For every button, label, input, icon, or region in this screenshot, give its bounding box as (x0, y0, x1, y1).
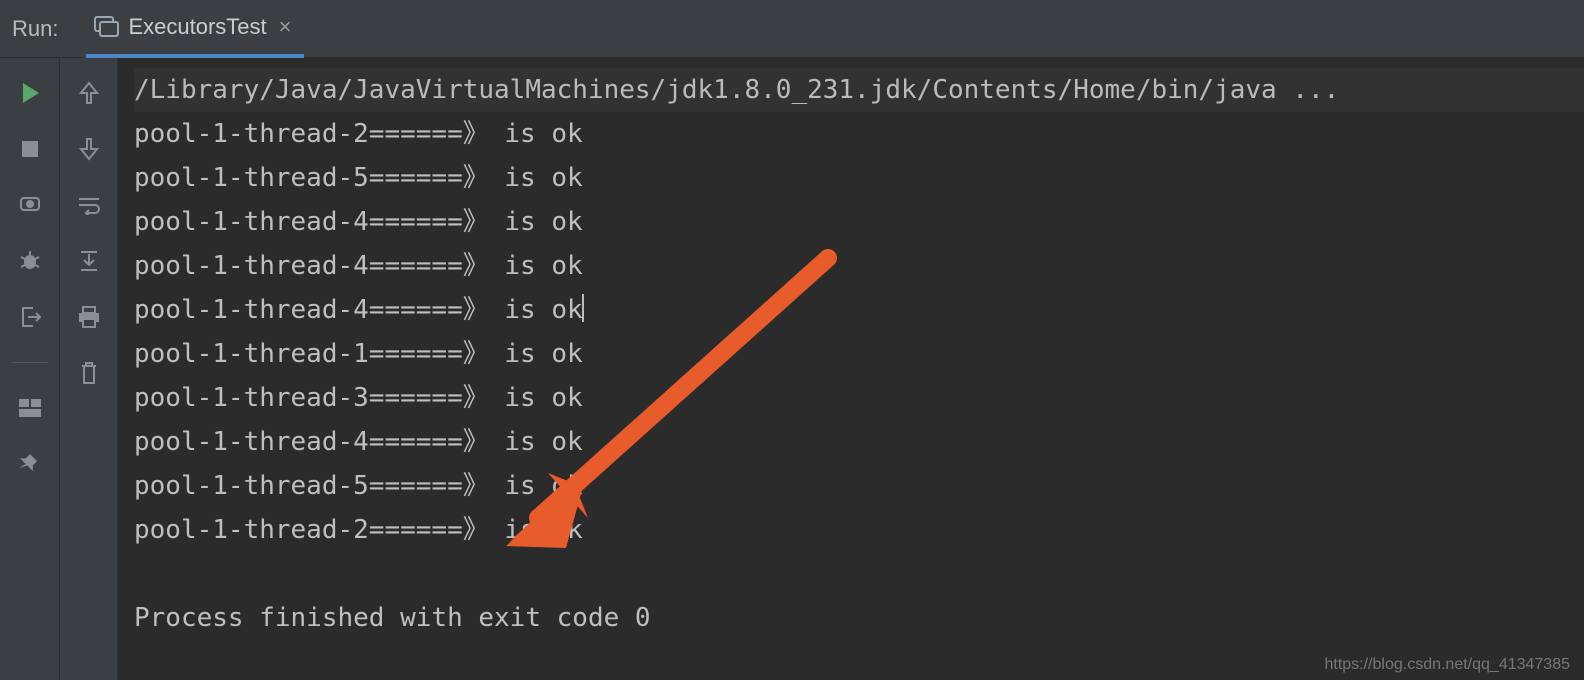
layout-button[interactable] (15, 393, 45, 423)
run-tool-header: Run: ExecutorsTest × (0, 0, 1584, 58)
console-line: pool-1-thread-2======》 is ok (134, 508, 1584, 552)
watermark-text: https://blog.csdn.net/qq_41347385 (1324, 656, 1570, 674)
console-line: pool-1-thread-3======》 is ok (134, 376, 1584, 420)
console-output[interactable]: /Library/Java/JavaVirtualMachines/jdk1.8… (118, 58, 1584, 680)
console-line: pool-1-thread-5======》 is ok (134, 464, 1584, 508)
close-icon[interactable]: × (275, 16, 296, 38)
print-button[interactable] (74, 302, 104, 332)
pin-button[interactable] (15, 449, 45, 479)
console-line: pool-1-thread-4======》 is ok (134, 288, 1584, 332)
console-lines: pool-1-thread-2======》 is okpool-1-threa… (134, 112, 1584, 552)
text-cursor (582, 294, 584, 322)
tab-label: ExecutorsTest (128, 14, 266, 40)
blank-line (134, 552, 1584, 596)
up-stack-button[interactable] (74, 78, 104, 108)
stop-button[interactable] (15, 134, 45, 164)
scroll-to-end-button[interactable] (74, 246, 104, 276)
debug-button[interactable] (15, 246, 45, 276)
run-label: Run: (12, 16, 58, 42)
console-line: pool-1-thread-4======》 is ok (134, 200, 1584, 244)
console-line: pool-1-thread-2======》 is ok (134, 112, 1584, 156)
clear-all-button[interactable] (74, 358, 104, 388)
dump-threads-button[interactable] (15, 190, 45, 220)
run-toolbar-primary (0, 58, 60, 680)
down-stack-button[interactable] (74, 134, 104, 164)
run-toolbar-secondary (60, 58, 118, 680)
rerun-button[interactable] (15, 78, 45, 108)
console-line: pool-1-thread-5======》 is ok (134, 156, 1584, 200)
console-line: pool-1-thread-4======》 is ok (134, 244, 1584, 288)
exit-line: Process finished with exit code 0 (134, 596, 1584, 640)
command-line: /Library/Java/JavaVirtualMachines/jdk1.8… (134, 68, 1584, 112)
tab-executors-test[interactable]: ExecutorsTest × (86, 0, 303, 58)
console-line: pool-1-thread-1======》 is ok (134, 332, 1584, 376)
toolbar-divider (12, 362, 48, 363)
run-config-icon (94, 16, 120, 38)
soft-wrap-button[interactable] (74, 190, 104, 220)
exit-button[interactable] (15, 302, 45, 332)
console-line: pool-1-thread-4======》 is ok (134, 420, 1584, 464)
